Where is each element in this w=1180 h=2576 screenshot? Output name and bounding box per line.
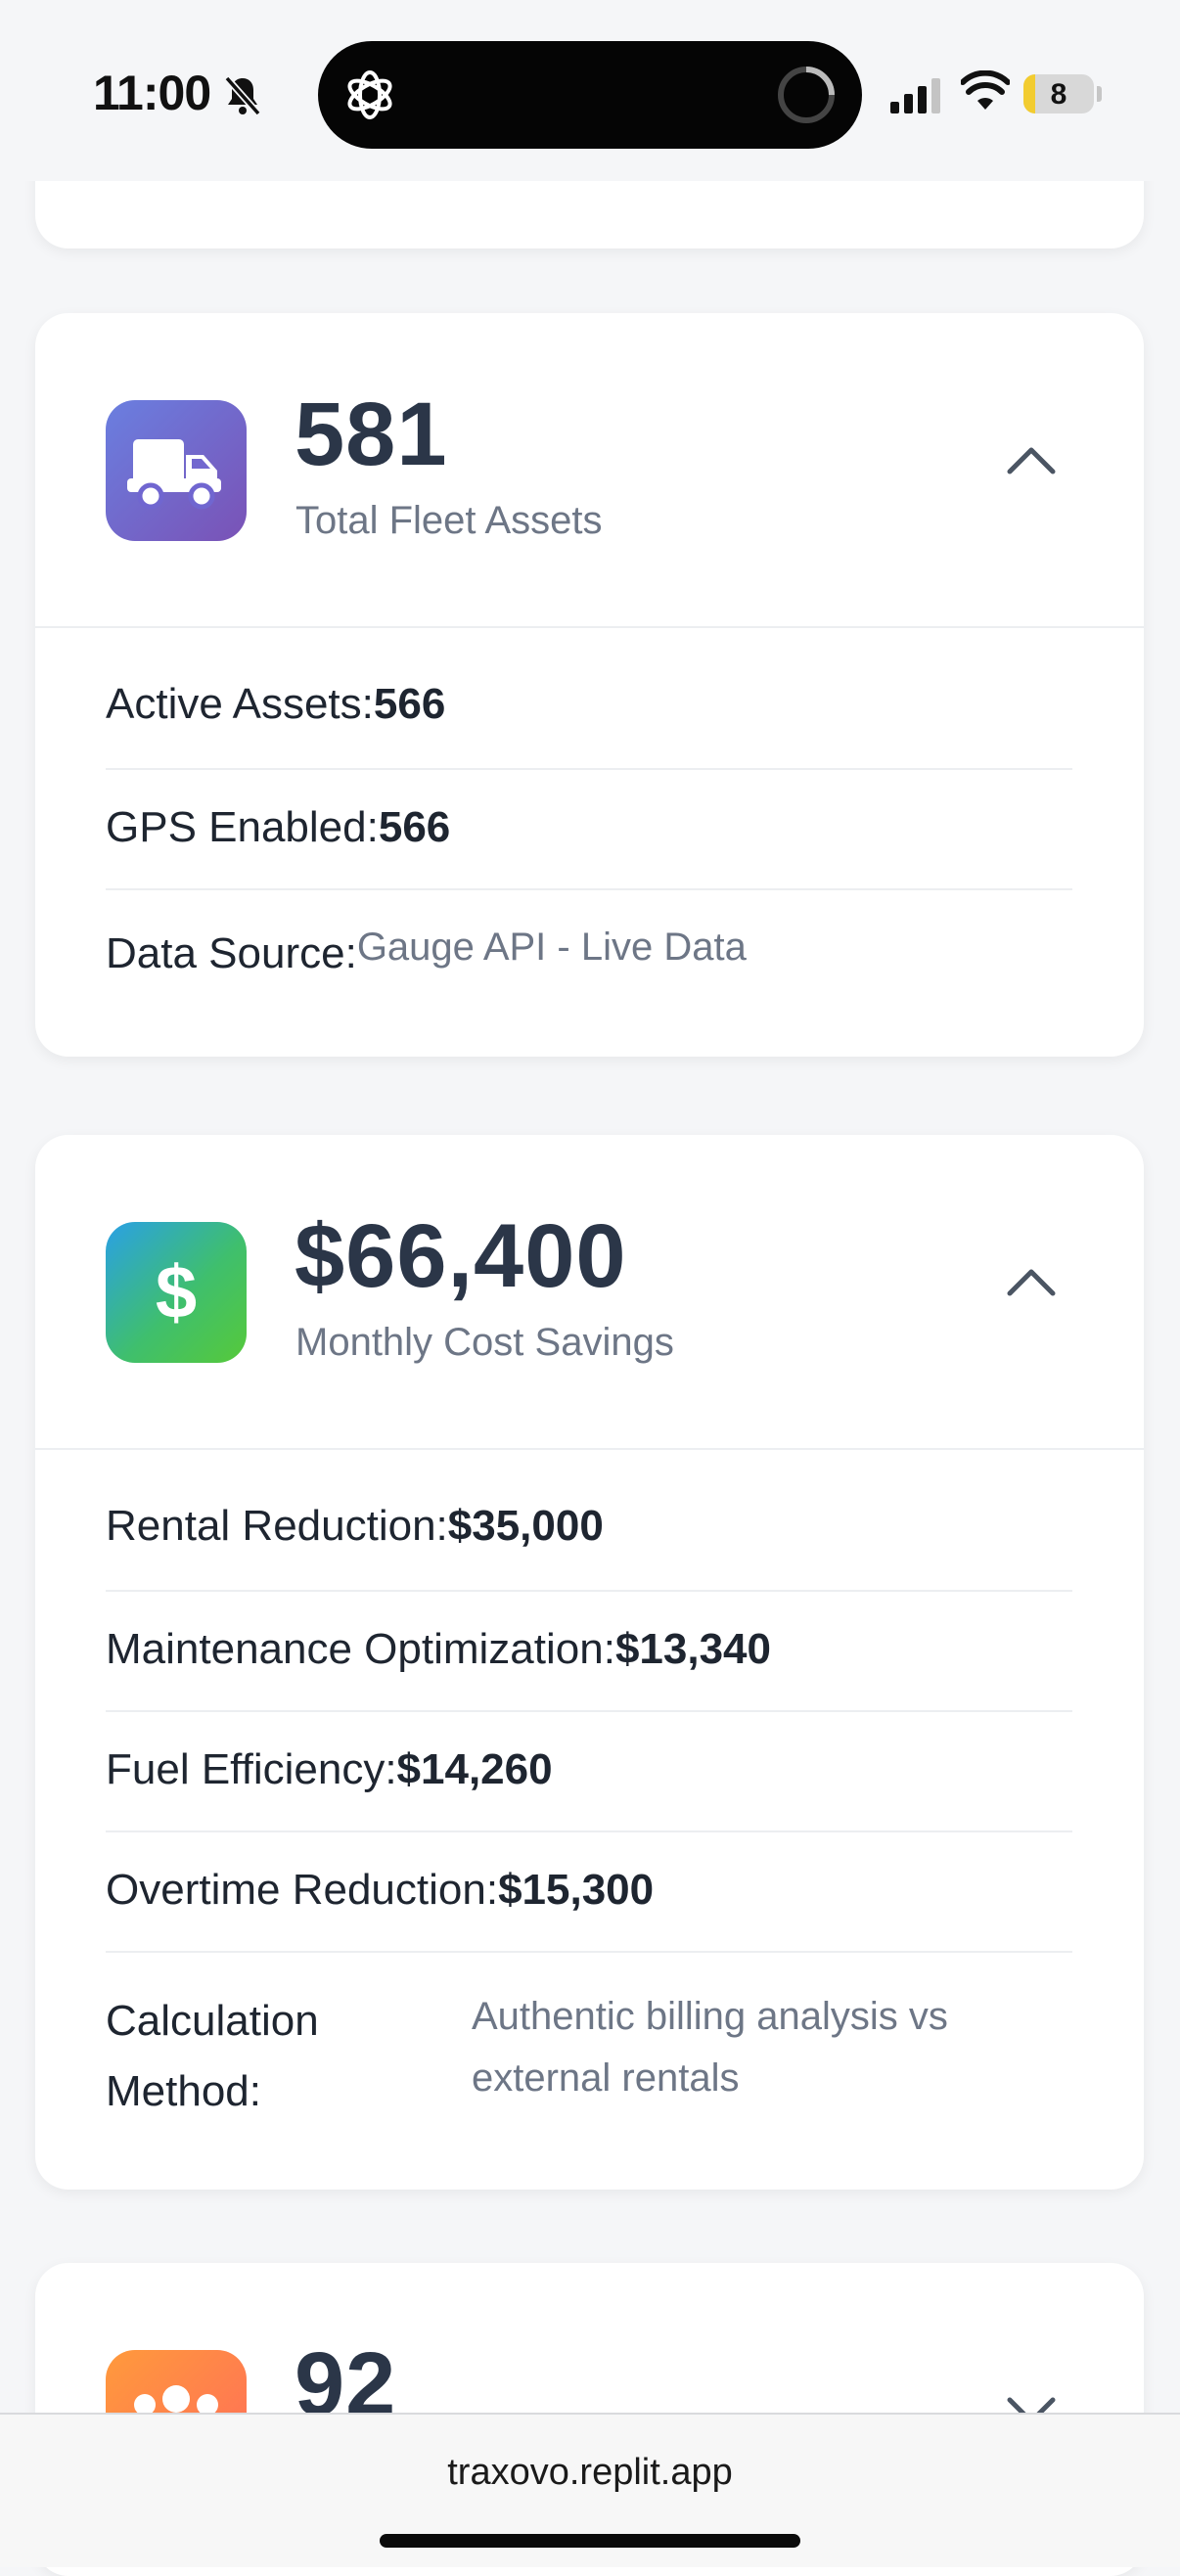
savings-row-overtime: Overtime Reduction:$15,300: [106, 1833, 1072, 1953]
cellular-signal-icon: [890, 78, 940, 113]
status-bar: 11:00 8: [0, 0, 1180, 181]
wifi-icon: [961, 70, 1010, 110]
fleet-row-source: Data Source:Gauge API - Live Data: [106, 926, 747, 977]
fleet-row-gps: GPS Enabled:566: [106, 771, 1072, 890]
savings-total-label: Monthly Cost Savings: [295, 1321, 674, 1364]
fleet-assets-card: 581 Total Fleet Assets Active Assets:566…: [35, 313, 1144, 1057]
home-indicator[interactable]: [380, 2534, 800, 2548]
fleet-total-label: Total Fleet Assets: [295, 499, 603, 542]
chevron-up-icon[interactable]: [1004, 440, 1059, 479]
browser-address-bar[interactable]: traxovo.replit.app: [0, 2413, 1180, 2567]
dollar-icon: $: [156, 1251, 197, 1334]
savings-row-rental: Rental Reduction:$35,000: [106, 1472, 1072, 1592]
savings-total-value: $66,400: [295, 1206, 627, 1306]
bell-slash-icon: [224, 75, 261, 116]
chevron-up-icon[interactable]: [1004, 1262, 1059, 1301]
chatgpt-icon: [347, 70, 392, 119]
savings-icon-box: $: [106, 1222, 247, 1363]
battery-indicator: 8: [1023, 74, 1094, 113]
loading-spinner-icon: [778, 67, 835, 123]
dynamic-island: [318, 41, 862, 149]
status-time: 11:00: [93, 66, 211, 120]
fleet-row-active: Active Assets:566: [106, 651, 1072, 770]
svg-text:$: $: [156, 1251, 197, 1334]
savings-row-maintenance: Maintenance Optimization:$13,340: [106, 1593, 1072, 1712]
truck-icon: [127, 439, 221, 510]
savings-row-fuel: Fuel Efficiency:$14,260: [106, 1713, 1072, 1832]
battery-level: 8: [1050, 78, 1067, 111]
url-text[interactable]: traxovo.replit.app: [0, 2452, 1180, 2494]
cost-savings-card: $ $66,400 Monthly Cost Savings Rental Re…: [35, 1135, 1144, 2190]
fleet-total-value: 581: [295, 384, 448, 484]
fleet-icon-box: [106, 400, 247, 541]
savings-row-method: Calculation Method: Authentic billing an…: [106, 1995, 948, 2115]
